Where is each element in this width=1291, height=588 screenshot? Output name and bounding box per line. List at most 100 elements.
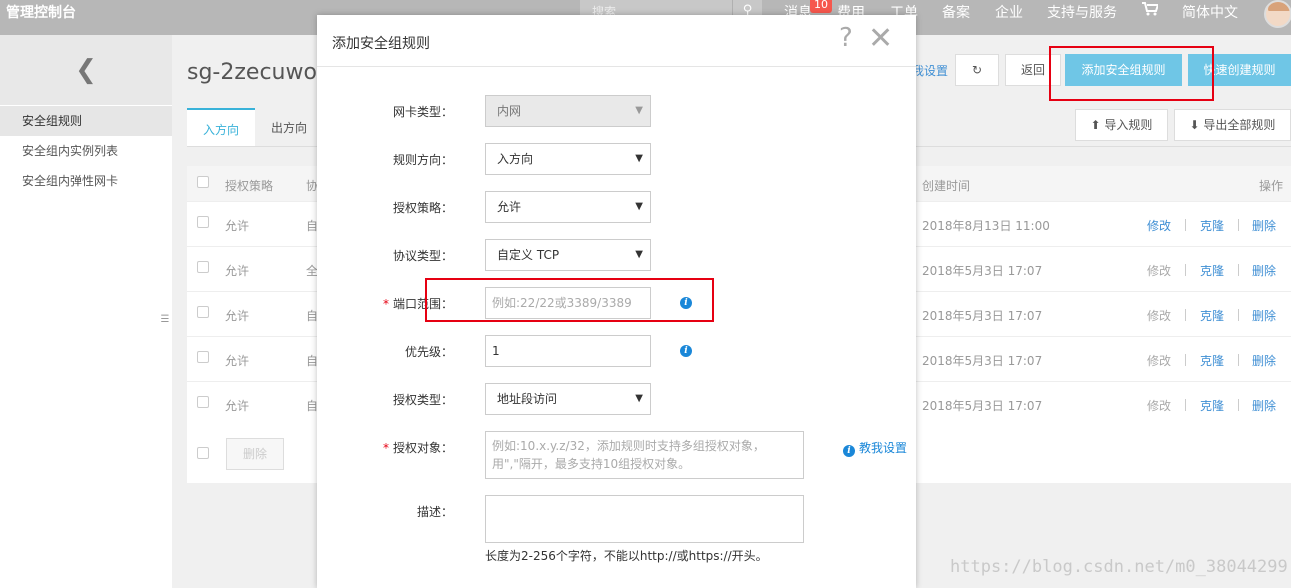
row-separator bbox=[1238, 264, 1239, 276]
row-clone-link[interactable]: 克隆 bbox=[1200, 352, 1224, 369]
import-rules-label: 导入规则 bbox=[1104, 118, 1153, 132]
console-brand[interactable]: 管理控制台 bbox=[6, 2, 76, 22]
highlight-box-port-range bbox=[425, 278, 714, 322]
header-ops: 操作 bbox=[1259, 179, 1284, 193]
sidebar-item-instances[interactable]: 安全组内实例列表 bbox=[0, 136, 172, 166]
row-edit-link: 修改 bbox=[1147, 354, 1172, 368]
row-separator bbox=[1185, 399, 1186, 411]
cart-icon-svg bbox=[1142, 2, 1160, 16]
row-checkbox[interactable] bbox=[197, 396, 209, 408]
row-separator bbox=[1238, 399, 1239, 411]
sidebar-toggle-icon[interactable]: ☰ bbox=[158, 300, 172, 340]
auth-object-textarea[interactable]: 例如:10.x.y.z/32，添加规则时支持多组授权对象，用","隔开，最多支持… bbox=[485, 431, 804, 479]
row-checkbox[interactable] bbox=[197, 261, 209, 273]
header-policy: 授权策略 bbox=[225, 179, 274, 193]
row-separator bbox=[1185, 309, 1186, 321]
sidebar: ❮ 安全组规则 安全组内实例列表 安全组内弹性网卡 bbox=[0, 35, 172, 588]
row-clone-link[interactable]: 克隆 bbox=[1200, 307, 1224, 324]
message-count-badge: 10 bbox=[810, 0, 832, 13]
avatar-hair bbox=[1268, 2, 1290, 11]
row-delete-link[interactable]: 删除 bbox=[1252, 262, 1276, 279]
row-edit-link: 修改 bbox=[1147, 399, 1172, 413]
row-edit-link: 修改 bbox=[1147, 309, 1172, 323]
row-created: 2018年8月13日 11:00 bbox=[922, 219, 1050, 233]
teach-me-label: 教我设置 bbox=[859, 441, 908, 455]
row-edit-link[interactable]: 修改 bbox=[1147, 217, 1171, 234]
row-separator bbox=[1238, 309, 1239, 321]
select-all-checkbox[interactable] bbox=[197, 176, 209, 188]
bulk-delete-button: 删除 bbox=[226, 438, 284, 470]
row-policy: 允许 bbox=[225, 219, 250, 233]
info-icon[interactable]: i bbox=[680, 345, 692, 357]
nic-type-label: 网卡类型： bbox=[392, 105, 453, 119]
close-icon[interactable]: ✕ bbox=[868, 21, 893, 56]
row-separator bbox=[1185, 219, 1186, 231]
auth-object-label: * 授权对象： bbox=[317, 439, 453, 456]
watermark: https://blog.csdn.net/m0_38044299 bbox=[950, 557, 1288, 577]
cart-icon[interactable] bbox=[1142, 2, 1160, 20]
row-checkbox[interactable] bbox=[197, 351, 209, 363]
row-clone-link[interactable]: 克隆 bbox=[1200, 262, 1224, 279]
dialog-header: 添加安全组规则 ? ✕ bbox=[317, 15, 916, 67]
row-checkbox[interactable] bbox=[197, 306, 209, 318]
tab-outbound[interactable]: 出方向 bbox=[255, 108, 323, 146]
row-clone-link[interactable]: 克隆 bbox=[1200, 217, 1224, 234]
refresh-icon[interactable]: ↻ bbox=[955, 54, 999, 86]
row-delete-link[interactable]: 删除 bbox=[1252, 307, 1276, 324]
row-checkbox[interactable] bbox=[197, 216, 209, 228]
row-edit-link: 修改 bbox=[1147, 264, 1172, 278]
row-created: 2018年5月3日 17:07 bbox=[922, 309, 1043, 323]
row-clone-link[interactable]: 克隆 bbox=[1200, 397, 1224, 414]
tab-inbound[interactable]: 入方向 bbox=[187, 108, 255, 146]
question-icon[interactable]: ? bbox=[839, 23, 853, 53]
row-delete-link[interactable]: 删除 bbox=[1252, 397, 1276, 414]
auth-type-select[interactable]: 地址段访问 ▼ bbox=[485, 383, 651, 415]
row-policy: 允许 bbox=[225, 354, 250, 368]
add-rule-dialog: 添加安全组规则 ? ✕ 网卡类型： 内网 ▼ 规则方向： 入方向 ▼ 授权策略：… bbox=[317, 15, 916, 588]
export-rules-button[interactable]: ⬇ 导出全部规则 bbox=[1174, 109, 1291, 141]
page-title: sg-2zecuwox bbox=[187, 60, 330, 85]
direction-select[interactable]: 入方向 ▼ bbox=[485, 143, 651, 175]
direction-value: 入方向 bbox=[497, 152, 534, 166]
protocol-value: 自定义 TCP bbox=[497, 248, 560, 262]
teach-link-partial[interactable]: 我设置 bbox=[912, 62, 948, 79]
policy-label: 授权策略： bbox=[392, 201, 453, 215]
row-delete-link[interactable]: 删除 bbox=[1252, 352, 1276, 369]
row-separator bbox=[1238, 354, 1239, 366]
chevron-left-icon[interactable]: ❮ bbox=[0, 35, 172, 105]
priority-input[interactable]: 1 bbox=[485, 335, 651, 367]
row-policy: 允许 bbox=[225, 264, 250, 278]
nav-icp[interactable]: 备案 bbox=[942, 2, 970, 22]
protocol-select[interactable]: 自定义 TCP ▼ bbox=[485, 239, 651, 271]
auth-object-label-text: 授权对象： bbox=[392, 441, 453, 455]
policy-value: 允许 bbox=[497, 200, 522, 214]
row-separator bbox=[1185, 354, 1186, 366]
required-marker: * bbox=[382, 297, 389, 311]
description-label: 描述： bbox=[416, 505, 453, 519]
nav-language[interactable]: 简体中文 bbox=[1182, 2, 1238, 22]
import-rules-button[interactable]: ⬆ 导入规则 bbox=[1075, 109, 1168, 141]
row-policy: 允许 bbox=[225, 309, 250, 323]
sidebar-item-rules[interactable]: 安全组规则 bbox=[0, 106, 172, 136]
row-created: 2018年5月3日 17:07 bbox=[922, 264, 1043, 278]
auth-type-value: 地址段访问 bbox=[497, 392, 558, 406]
policy-select[interactable]: 允许 ▼ bbox=[485, 191, 651, 223]
download-icon: ⬇ bbox=[1189, 118, 1204, 132]
row-created: 2018年5月3日 17:07 bbox=[922, 399, 1043, 413]
description-textarea[interactable] bbox=[485, 495, 804, 543]
avatar[interactable] bbox=[1264, 0, 1291, 28]
caret-down-icon: ▼ bbox=[635, 153, 643, 164]
upload-icon: ⬆ bbox=[1090, 118, 1105, 132]
sidebar-item-eni[interactable]: 安全组内弹性网卡 bbox=[0, 166, 172, 196]
row-delete-link[interactable]: 删除 bbox=[1252, 217, 1276, 234]
caret-down-icon: ▼ bbox=[635, 105, 643, 116]
teach-me-link[interactable]: i 教我设置 bbox=[843, 439, 908, 457]
description-hint: 长度为2-256个字符，不能以http://或https://开头。 bbox=[485, 549, 768, 563]
protocol-label: 协议类型： bbox=[392, 249, 453, 263]
bulk-select-checkbox[interactable] bbox=[197, 447, 209, 459]
dialog-title: 添加安全组规则 bbox=[332, 36, 430, 52]
nav-support[interactable]: 支持与服务 bbox=[1047, 2, 1117, 22]
export-rules-label: 导出全部规则 bbox=[1203, 118, 1276, 132]
nic-type-value: 内网 bbox=[497, 104, 522, 118]
nav-enterprise[interactable]: 企业 bbox=[995, 2, 1023, 22]
